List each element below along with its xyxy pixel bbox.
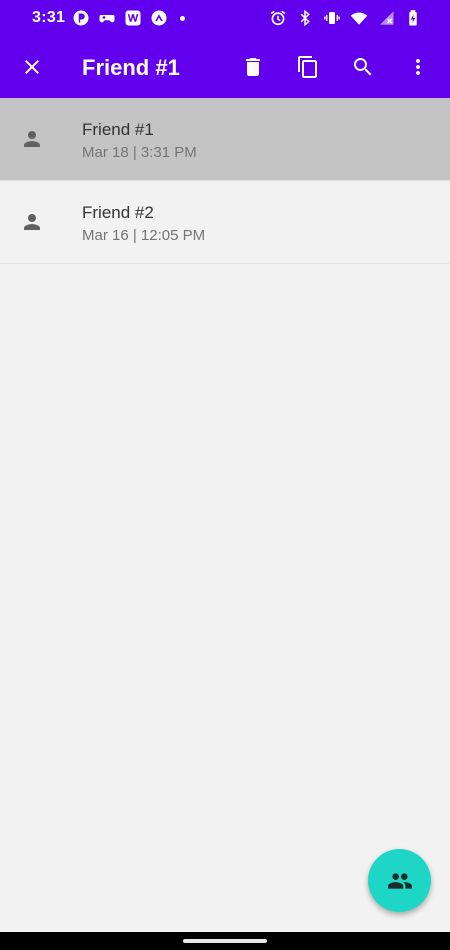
friend-list: Friend #1 Mar 18 | 3:31 PM Friend #2 Mar… [0,98,450,264]
person-icon [20,127,44,151]
wifi-icon [350,12,368,25]
list-item-date: Mar 18 | 3:31 PM [82,144,197,161]
vibrate-icon [324,12,340,24]
close-icon [25,60,39,74]
list-item-name: Friend #1 [82,120,154,139]
search-button[interactable] [341,45,385,89]
arrow-up-circle-icon [151,10,167,26]
status-time: 3:31 [32,9,66,26]
new-group-fab[interactable] [368,849,431,912]
more-vert-icon [416,59,420,75]
gamepad-icon [99,15,115,23]
status-bar: 3:31 [0,0,450,36]
home-gesture-handle[interactable] [183,939,267,943]
bluetooth-icon [300,9,310,27]
close-button[interactable] [10,45,54,89]
delete-icon [246,58,260,76]
copy-icon [298,56,317,78]
battery-charging-icon [409,10,417,26]
delete-button[interactable] [231,45,275,89]
status-system-icons [269,9,422,27]
search-icon [354,58,372,76]
more-options-button[interactable] [396,45,440,89]
status-notification-icons [72,9,185,27]
alarm-icon [270,10,286,26]
dot-icon [180,15,185,21]
list-item-name: Friend #2 [82,203,154,222]
list-item-date: Mar 16 | 12:05 PM [82,227,206,244]
copy-button[interactable] [286,45,330,89]
list-item[interactable]: Friend #2 Mar 16 | 12:05 PM [0,181,450,264]
system-navigation-bar [0,932,450,950]
w-app-icon [125,10,141,26]
signal-icon [380,11,394,25]
notification-app-icon [73,10,89,26]
person-icon [20,210,44,234]
page-title: Friend #1 [82,55,180,80]
group-icon [387,872,412,889]
app-bar: Friend #1 [0,36,450,98]
list-item[interactable]: Friend #1 Mar 18 | 3:31 PM [0,98,450,181]
